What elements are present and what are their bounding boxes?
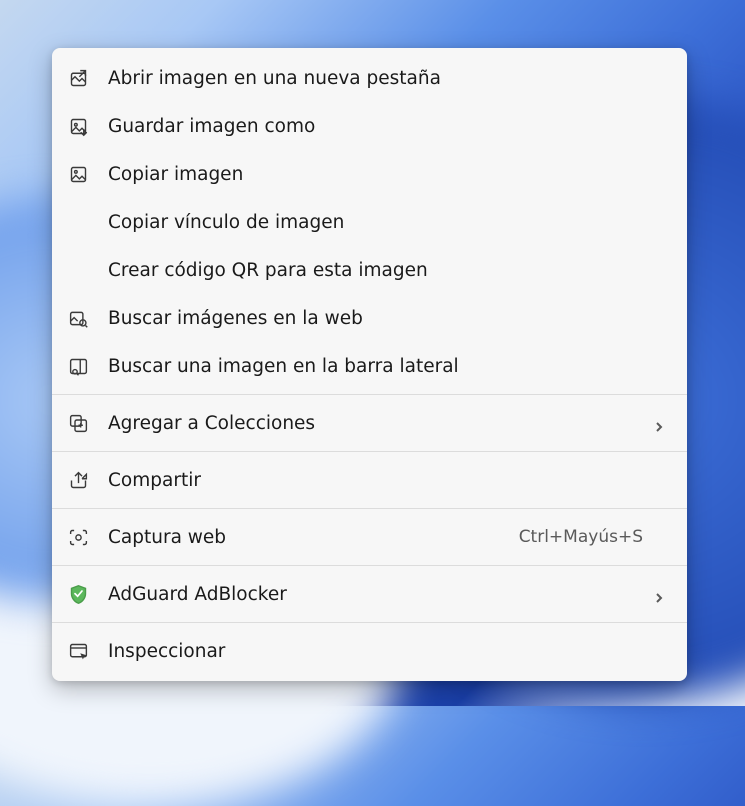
menu-separator xyxy=(52,622,687,623)
menu-item-web-capture[interactable]: Captura web Ctrl+Mayús+S xyxy=(52,513,687,561)
adguard-icon xyxy=(68,584,108,605)
menu-item-label: Copiar imagen xyxy=(108,164,671,185)
menu-item-share[interactable]: Compartir xyxy=(52,456,687,504)
menu-item-label: Guardar imagen como xyxy=(108,116,671,137)
menu-item-copy-image[interactable]: Copiar imagen xyxy=(52,150,687,198)
web-capture-icon xyxy=(68,527,108,548)
menu-item-inspect[interactable]: Inspeccionar xyxy=(52,627,687,675)
chevron-right-icon xyxy=(653,417,665,429)
menu-item-label: Inspeccionar xyxy=(108,641,671,662)
menu-item-label: Buscar una imagen en la barra lateral xyxy=(108,356,671,377)
menu-item-add-to-collections[interactable]: Agregar a Colecciones xyxy=(52,399,687,447)
menu-separator xyxy=(52,508,687,509)
menu-item-label: Crear código QR para esta imagen xyxy=(108,260,671,281)
menu-separator xyxy=(52,451,687,452)
inspect-icon xyxy=(68,641,108,662)
open-image-icon xyxy=(68,68,108,89)
search-sidebar-icon xyxy=(68,356,108,377)
menu-item-search-images-web[interactable]: Buscar imágenes en la web xyxy=(52,294,687,342)
copy-image-icon xyxy=(68,164,108,185)
menu-item-label: Buscar imágenes en la web xyxy=(108,308,671,329)
menu-item-search-image-sidebar[interactable]: Buscar una imagen en la barra lateral xyxy=(52,342,687,390)
menu-item-label: Compartir xyxy=(108,470,671,491)
menu-item-label: Captura web xyxy=(108,527,519,548)
context-menu: Abrir imagen en una nueva pestaña Guarda… xyxy=(52,48,687,681)
save-image-icon xyxy=(68,116,108,137)
share-icon xyxy=(68,470,108,491)
search-web-icon xyxy=(68,308,108,329)
menu-item-label: Agregar a Colecciones xyxy=(108,413,671,434)
menu-separator xyxy=(52,394,687,395)
menu-separator xyxy=(52,565,687,566)
menu-item-open-image-new-tab[interactable]: Abrir imagen en una nueva pestaña xyxy=(52,54,687,102)
menu-item-label: Abrir imagen en una nueva pestaña xyxy=(108,68,671,89)
menu-item-shortcut: Ctrl+Mayús+S xyxy=(519,527,643,547)
menu-item-copy-image-link[interactable]: Copiar vínculo de imagen xyxy=(52,198,687,246)
menu-item-label: Copiar vínculo de imagen xyxy=(108,212,671,233)
chevron-right-icon xyxy=(653,588,665,600)
menu-item-save-image-as[interactable]: Guardar imagen como xyxy=(52,102,687,150)
collections-icon xyxy=(68,413,108,434)
menu-item-create-qr-code[interactable]: Crear código QR para esta imagen xyxy=(52,246,687,294)
menu-item-label: AdGuard AdBlocker xyxy=(108,584,671,605)
menu-item-adguard-adblocker[interactable]: AdGuard AdBlocker xyxy=(52,570,687,618)
